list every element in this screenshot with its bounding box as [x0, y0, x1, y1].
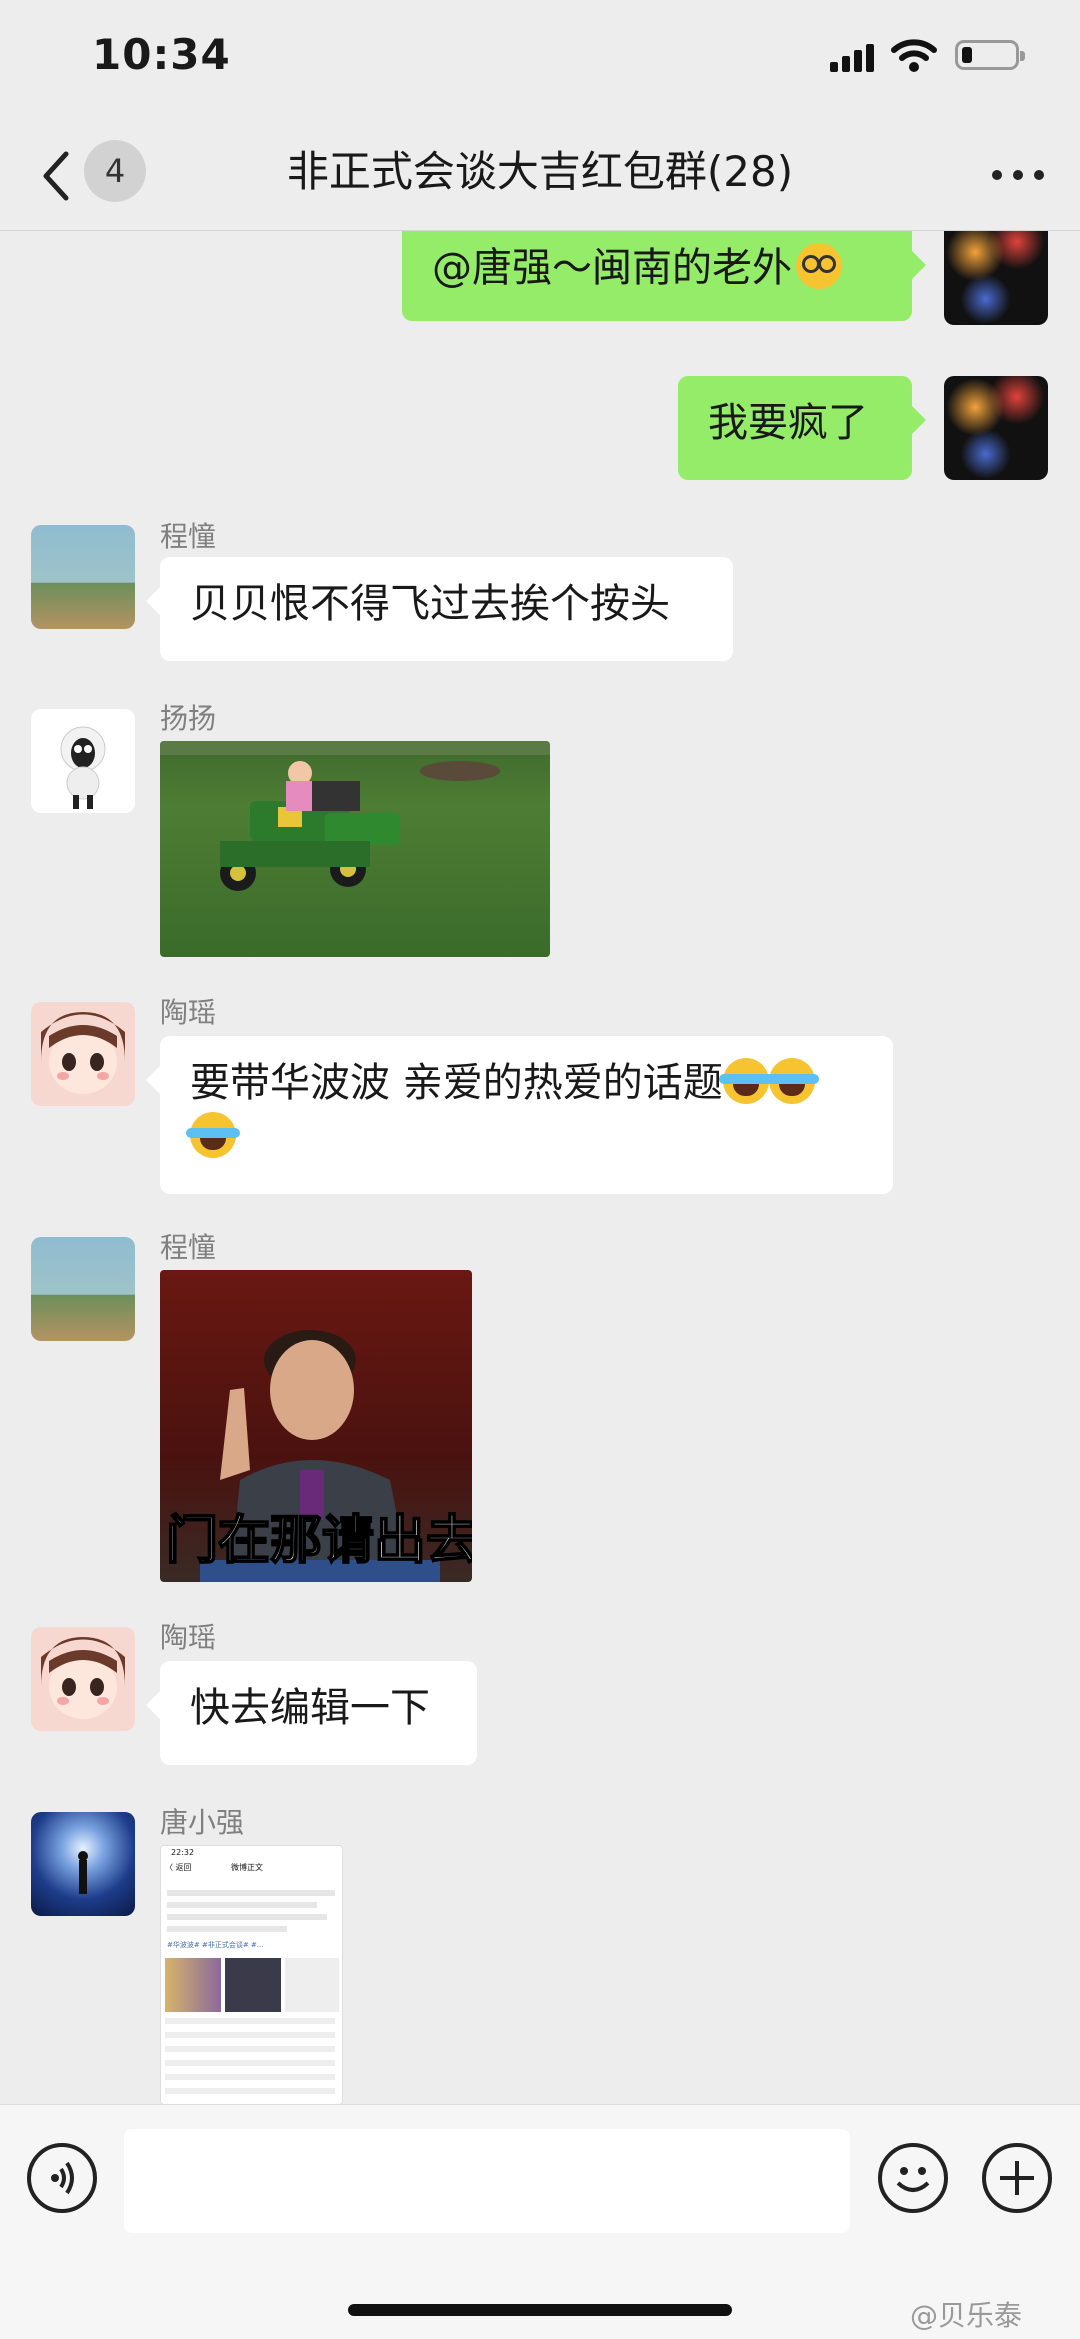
- thumb-status-time: 22:32: [171, 1848, 195, 1857]
- anime-girl-icon: [41, 1012, 125, 1094]
- thumb-post-body: [167, 1914, 327, 1920]
- sticker-image-message[interactable]: 门在那请出去: [160, 1270, 472, 1582]
- incoming-message-bubble[interactable]: 要带华波波 亲爱的热爱的话题: [146, 1036, 893, 1194]
- member-avatar[interactable]: [31, 1812, 135, 1916]
- home-indicator[interactable]: [348, 2304, 732, 2316]
- member-avatar[interactable]: [31, 525, 135, 629]
- my-avatar[interactable]: [944, 376, 1048, 480]
- message-text: 快去编辑一下: [190, 1685, 430, 1731]
- member-avatar[interactable]: [31, 1237, 135, 1341]
- thumb-post-body: [167, 1926, 287, 1932]
- thumb-title: 微博正文: [231, 1863, 263, 1872]
- message-text: 要带华波波 亲爱的热爱的话题: [190, 1060, 723, 1106]
- message-text: 贝贝恨不得飞过去挨个按头: [190, 581, 670, 627]
- status-time: 10:34: [92, 30, 231, 79]
- watermark: @贝乐泰: [910, 2299, 1023, 2332]
- incoming-message-bubble[interactable]: 快去编辑一下: [146, 1661, 477, 1765]
- member-avatar[interactable]: [31, 709, 135, 813]
- sheep-icon: [60, 726, 106, 809]
- thumb-post-body: [167, 1890, 335, 1896]
- thumb-photo: [285, 1958, 339, 2012]
- more-options-icon[interactable]: [992, 160, 1044, 190]
- thumb-back-link: 〈 返回: [165, 1863, 192, 1872]
- voice-input-button[interactable]: [27, 2143, 97, 2213]
- message-list[interactable]: @唐强～闽南的老外 我要疯了 程憧 贝贝恨不得飞过去挨个按头 扬扬 陶瑶 要带华…: [0, 231, 1080, 2104]
- thumb-hashtags: #华波波# #非正式会谈# #...: [167, 1941, 264, 1949]
- smiley-icon: [896, 2167, 930, 2192]
- image-message[interactable]: [160, 741, 550, 957]
- sender-name: 陶瑶: [160, 996, 217, 1029]
- member-avatar[interactable]: [31, 1002, 135, 1106]
- nerd-face-emoji-icon: [796, 243, 842, 289]
- thumb-photo: [225, 1958, 281, 2012]
- cellular-signal-icon: [830, 42, 880, 72]
- my-avatar[interactable]: [944, 231, 1048, 325]
- sender-name: 程憧: [160, 520, 217, 553]
- crying-laughing-emoji-icon: [186, 1112, 240, 1158]
- battery-icon: [955, 40, 1025, 70]
- outgoing-message-bubble[interactable]: 我要疯了: [678, 376, 926, 480]
- voice-icon: [51, 2161, 74, 2195]
- more-functions-button[interactable]: [982, 2143, 1052, 2213]
- emoji-button[interactable]: [878, 2143, 948, 2213]
- sender-name: 程憧: [160, 1231, 217, 1264]
- sender-name: 唐小强: [160, 1806, 245, 1839]
- crying-laughing-emoji-icon: [764, 1058, 819, 1104]
- member-avatar[interactable]: [31, 1627, 135, 1731]
- toy-tractor-photo: [160, 741, 550, 891]
- sender-name: 扬扬: [160, 702, 217, 735]
- sender-name: 陶瑶: [160, 1621, 217, 1654]
- chat-header: 4 非正式会谈大吉红包群(28): [0, 120, 1080, 231]
- outgoing-message-bubble[interactable]: @唐强～闽南的老外: [402, 231, 926, 321]
- thumb-post-body: [167, 1902, 317, 1908]
- message-text: @唐强～闽南的老外: [432, 245, 792, 291]
- sticker-caption: 门在那请出去: [165, 1510, 472, 1572]
- status-bar: 10:34: [0, 0, 1080, 120]
- thumb-photo: [165, 1958, 221, 2012]
- plus-icon: [1000, 2161, 1034, 2195]
- anime-girl-icon: [41, 1637, 125, 1719]
- unread-count-badge[interactable]: 4: [84, 140, 146, 202]
- thumb-comments: [165, 2018, 335, 2098]
- wifi-icon: [891, 39, 937, 72]
- back-arrow-icon[interactable]: [36, 146, 76, 206]
- incoming-message-bubble[interactable]: 贝贝恨不得飞过去挨个按头: [146, 557, 733, 661]
- crying-laughing-emoji-icon: [718, 1058, 773, 1104]
- chat-title: 非正式会谈大吉红包群(28): [286, 147, 794, 196]
- message-input[interactable]: [124, 2129, 850, 2233]
- message-text: 我要疯了: [708, 400, 868, 446]
- screenshot-image-message[interactable]: 22:32 〈 返回 微博正文 #华波波# #非正式会谈# #...: [160, 1845, 343, 2104]
- silhouette-icon: [78, 1851, 88, 1894]
